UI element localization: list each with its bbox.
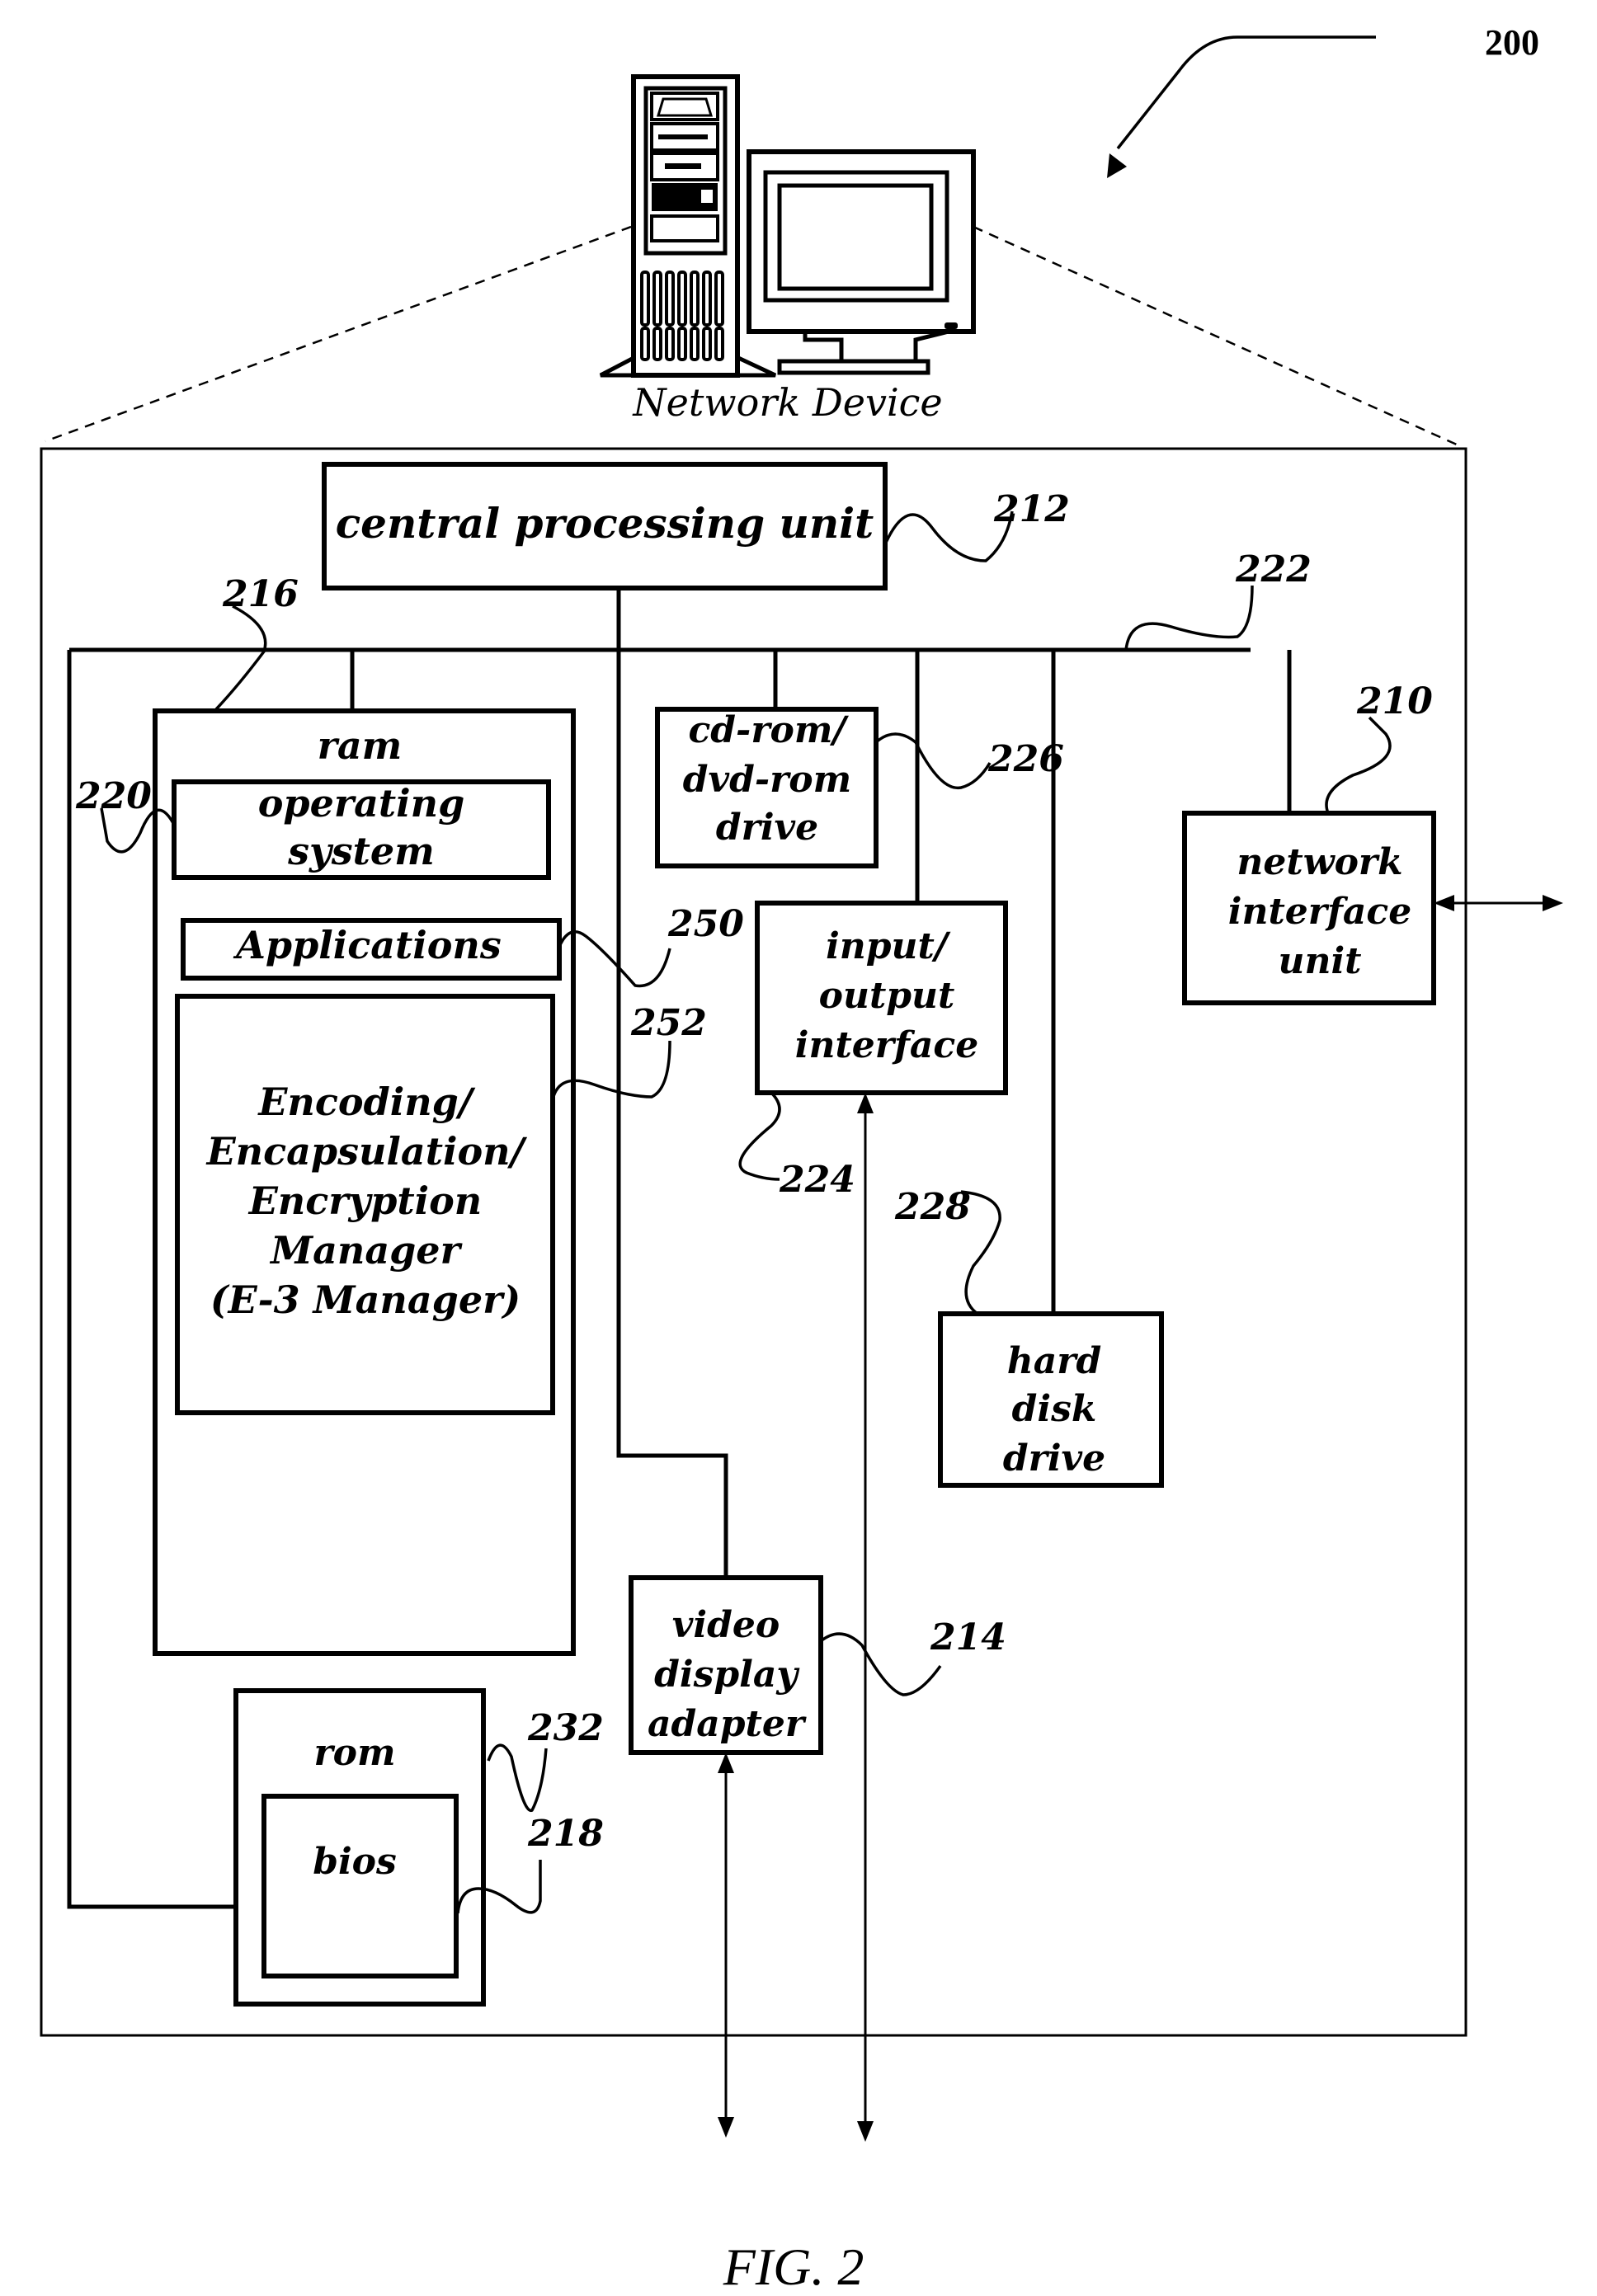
operating-system-block: operating system	[172, 779, 551, 880]
ref-220: 220	[75, 775, 152, 817]
rom-label: rom	[313, 1732, 395, 1774]
leader-210	[1325, 716, 1392, 814]
projection-line-left	[45, 225, 632, 443]
network-device-diagram: 200 Network Device central processing un…	[40, 22, 1563, 2296]
e3-label-line-1: Encoding/	[257, 1080, 475, 1124]
network-bidirectional-arrow-icon	[1434, 895, 1563, 911]
video-label-line-2: display	[654, 1654, 800, 1696]
hdd-label-line-1: hard	[1007, 1340, 1101, 1382]
leader-232	[487, 1743, 548, 1812]
applications-label: Applications	[233, 923, 502, 967]
arrowhead-icon	[1107, 153, 1127, 178]
video-bidirectional-arrow-icon	[718, 1753, 734, 2138]
device-caption: Network Device	[632, 380, 942, 425]
video-label-line-3: adapter	[648, 1703, 807, 1745]
projection-line-right	[973, 225, 1459, 447]
io-bidirectional-arrow-icon	[857, 1093, 874, 2142]
e3-label-line-2: Encapsulation/	[205, 1129, 528, 1174]
bios-label: bios	[313, 1841, 397, 1883]
e3-label-line-3: Encryption	[247, 1179, 483, 1223]
crt-monitor-icon	[747, 149, 976, 375]
applications-block: Applications	[181, 918, 562, 981]
reference-number-200: 200	[1485, 22, 1539, 63]
figure-caption: FIG. 2	[723, 2237, 864, 2296]
cpu-label: central processing unit	[336, 499, 874, 548]
ref-224: 224	[779, 1159, 855, 1201]
ref-216: 216	[222, 573, 299, 615]
cdrom-label-line-3: drive	[716, 807, 818, 849]
ram-label: ram	[318, 723, 403, 768]
leader-226	[874, 732, 992, 790]
leader-250	[558, 930, 671, 988]
ref-232: 232	[527, 1707, 604, 1749]
bios-block: bios	[261, 1794, 459, 1978]
ref-250: 250	[667, 903, 744, 945]
io-label-line-3: interface	[795, 1024, 978, 1066]
ref-222: 222	[1235, 548, 1312, 590]
hdd-label-line-2: disk	[1012, 1388, 1097, 1430]
ref-210: 210	[1356, 680, 1433, 722]
cdrom-block: cd-rom/ dvd-rom drive	[655, 707, 879, 868]
os-label-line-1: operating	[258, 781, 464, 826]
cpu-block: central processing unit	[322, 462, 888, 590]
figure-reference-200: 200	[1107, 22, 1539, 178]
hdd-label-line-3: drive	[1003, 1437, 1105, 1480]
e3-label-line-5: (E-3 Manager)	[210, 1277, 521, 1322]
e3-manager-block: Encoding/ Encapsulation/ Encryption Mana…	[175, 994, 555, 1415]
leader-224	[738, 1091, 781, 1181]
ref-214: 214	[930, 1616, 1006, 1658]
video-label-line-1: video	[672, 1604, 780, 1646]
ref-228: 228	[894, 1186, 971, 1228]
cdrom-label-line-2: dvd-rom	[683, 759, 851, 801]
niu-label-line-1: network	[1237, 841, 1402, 883]
ref-252: 252	[630, 1002, 707, 1044]
io-interface-block: input/ output interface	[755, 901, 1008, 1095]
io-label-line-1: input/	[826, 925, 951, 967]
os-label-line-2: system	[287, 829, 435, 873]
leader-212	[883, 510, 1014, 562]
leader-214	[819, 1632, 942, 1696]
network-interface-block: network interface unit	[1182, 811, 1436, 1005]
ref-218: 218	[527, 1813, 604, 1855]
niu-label-line-2: interface	[1228, 891, 1411, 933]
ref-212: 212	[993, 488, 1070, 530]
reference-leader-200	[1116, 35, 1376, 150]
io-label-line-2: output	[819, 975, 955, 1017]
niu-label-line-3: unit	[1278, 940, 1361, 982]
hard-disk-block: hard disk drive	[938, 1311, 1164, 1488]
video-adapter-block: video display adapter	[629, 1575, 823, 1755]
ref-226: 226	[987, 738, 1064, 780]
leader-222	[1124, 585, 1254, 651]
e3-label-line-4: Manager	[269, 1228, 463, 1273]
cdrom-label-line-1: cd-rom/	[689, 709, 850, 751]
leader-216	[214, 605, 267, 711]
